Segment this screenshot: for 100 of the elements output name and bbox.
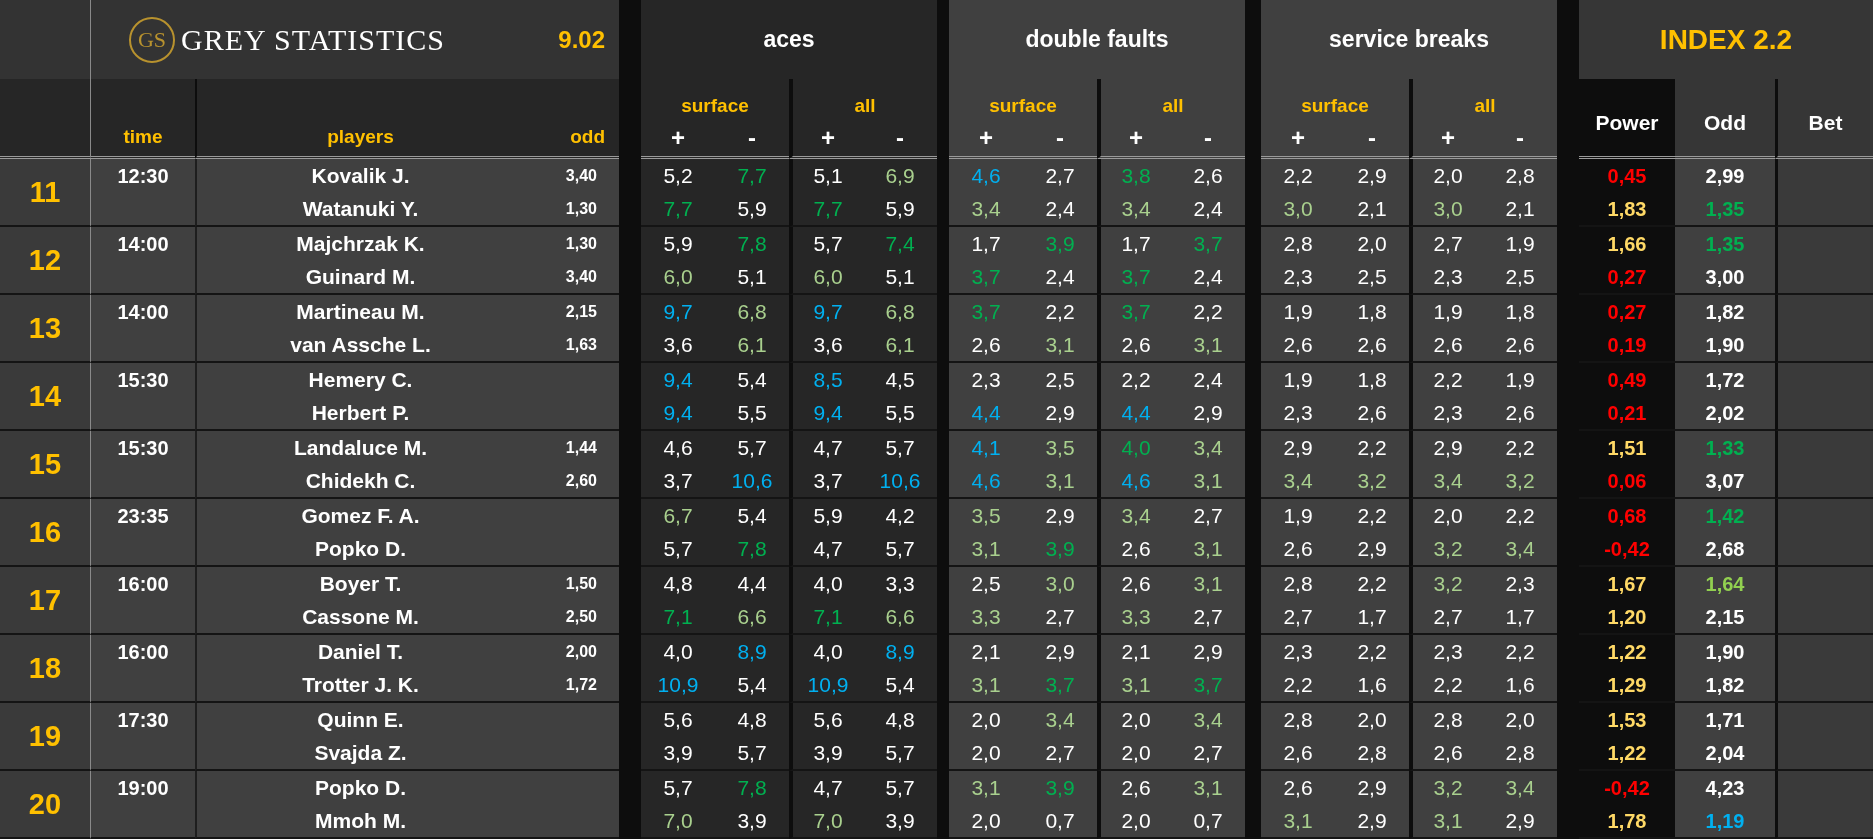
stat-value: 4,8	[737, 708, 767, 732]
stat-value: 3,9	[1045, 537, 1075, 561]
stat-value: 2,0	[1505, 708, 1535, 732]
stat-value: 2,9	[1357, 809, 1387, 833]
stat-value: 2,8	[1283, 572, 1313, 596]
stat-value: 6,8	[737, 300, 767, 324]
stat-value: 2,2	[1357, 640, 1387, 664]
power-value: -0,42	[1604, 776, 1650, 800]
power-value: 0,19	[1607, 333, 1647, 357]
power-value: 1,29	[1607, 673, 1647, 697]
index-odd-value: 1,82	[1705, 673, 1745, 697]
stat-value: 2,6	[1433, 333, 1463, 357]
stat-value: 4,6	[663, 436, 693, 460]
stat-value: 2,1	[1505, 197, 1535, 221]
stat-value: 5,7	[885, 537, 915, 561]
stat-value: 7,0	[663, 809, 693, 833]
stat-value: 8,9	[885, 640, 915, 664]
stat-value: 3,4	[1193, 436, 1223, 460]
stat-value: 5,1	[737, 265, 767, 289]
stat-value: 3,3	[885, 572, 915, 596]
stat-value: 6,1	[737, 333, 767, 357]
stat-value: 5,2	[663, 164, 693, 188]
stat-value: 3,1	[971, 673, 1001, 697]
index-odd-value: 1,19	[1705, 809, 1745, 833]
power-value: 1,22	[1607, 640, 1647, 664]
stat-value: 6,6	[737, 605, 767, 629]
match-number: 17	[0, 567, 91, 635]
match-time: 12:30	[91, 159, 195, 227]
stat-value: 2,2	[1283, 164, 1313, 188]
stat-value: 2,9	[1283, 436, 1313, 460]
stat-value: 2,9	[1433, 436, 1463, 460]
stat-value: 3,1	[1283, 809, 1313, 833]
index-odd-value: 1,35	[1705, 232, 1745, 256]
stat-value: 5,9	[813, 504, 843, 528]
stat-value: 2,7	[1433, 232, 1463, 256]
power-value: 1,22	[1607, 741, 1647, 765]
stat-value: 1,9	[1283, 504, 1313, 528]
player-name: Gomez F. A.	[195, 499, 524, 533]
stat-value: 2,5	[971, 572, 1001, 596]
stat-value: 8,5	[813, 368, 843, 392]
stat-value: 6,8	[885, 300, 915, 324]
odd-value: 1,63	[524, 329, 619, 363]
column-header: Bet	[1775, 79, 1873, 159]
stat-value: 3,9	[1045, 776, 1075, 800]
stat-value: 2,0	[1357, 708, 1387, 732]
stat-value: 7,8	[737, 776, 767, 800]
stat-value: 2,5	[1505, 265, 1535, 289]
stat-value: 3,4	[1505, 537, 1535, 561]
power-value: 1,67	[1607, 572, 1647, 596]
column-header: +	[949, 119, 1023, 159]
stat-value: 6,0	[813, 265, 843, 289]
stat-value: 3,8	[1121, 164, 1151, 188]
stat-value: 10,6	[879, 469, 921, 493]
player-name: Majchrzak K.	[195, 227, 524, 261]
stat-value: 4,4	[737, 572, 767, 596]
match-time: 14:00	[91, 227, 195, 295]
column-header: surface	[949, 79, 1097, 119]
stat-value: 3,0	[1433, 197, 1463, 221]
player-name: Hemery C.	[195, 363, 524, 397]
stat-value: 4,0	[663, 640, 693, 664]
stat-value: 10,9	[807, 673, 849, 697]
stat-value: 4,5	[885, 368, 915, 392]
column-group-header: service breaks	[1261, 0, 1557, 79]
stat-value: 3,7	[1045, 673, 1075, 697]
index-odd-value: 2,68	[1705, 537, 1745, 561]
stat-value: 3,6	[663, 333, 693, 357]
stat-value: 2,2	[1357, 572, 1387, 596]
match-time: 15:30	[91, 363, 195, 431]
column-group-header: aces	[641, 0, 937, 79]
stat-value: 3,1	[1193, 776, 1223, 800]
stat-value: 2,9	[1193, 640, 1223, 664]
stat-value: 1,9	[1283, 300, 1313, 324]
stat-value: 4,4	[971, 401, 1001, 425]
stat-value: 4,4	[1121, 401, 1151, 425]
match-number: 19	[0, 703, 91, 771]
stat-value: 5,1	[885, 265, 915, 289]
column-header: surface	[641, 79, 789, 119]
stat-value: 2,9	[1045, 640, 1075, 664]
match-time: 23:35	[91, 499, 195, 567]
stat-value: 3,7	[1121, 300, 1151, 324]
stat-value: 3,0	[1045, 572, 1075, 596]
stat-value: 3,7	[971, 300, 1001, 324]
stat-value: 2,2	[1283, 673, 1313, 697]
stat-value: 2,6	[1505, 401, 1535, 425]
power-value: 1,53	[1607, 708, 1647, 732]
index-odd-value: 1,82	[1705, 300, 1745, 324]
stat-value: 2,6	[1121, 333, 1151, 357]
stat-value: 2,8	[1357, 741, 1387, 765]
stat-value: 1,6	[1505, 673, 1535, 697]
stat-value: 3,7	[663, 469, 693, 493]
match-number: 14	[0, 363, 91, 431]
stat-value: 2,6	[1121, 537, 1151, 561]
stat-value: 1,9	[1505, 232, 1535, 256]
index-odd-value: 1,64	[1705, 572, 1745, 596]
stat-value: 3,4	[1433, 469, 1463, 493]
stat-value: 2,4	[1045, 197, 1075, 221]
stat-value: 4,1	[971, 436, 1001, 460]
column-header: +	[641, 119, 715, 159]
stat-value: 3,3	[1121, 605, 1151, 629]
index-odd-value: 1,33	[1705, 436, 1745, 460]
